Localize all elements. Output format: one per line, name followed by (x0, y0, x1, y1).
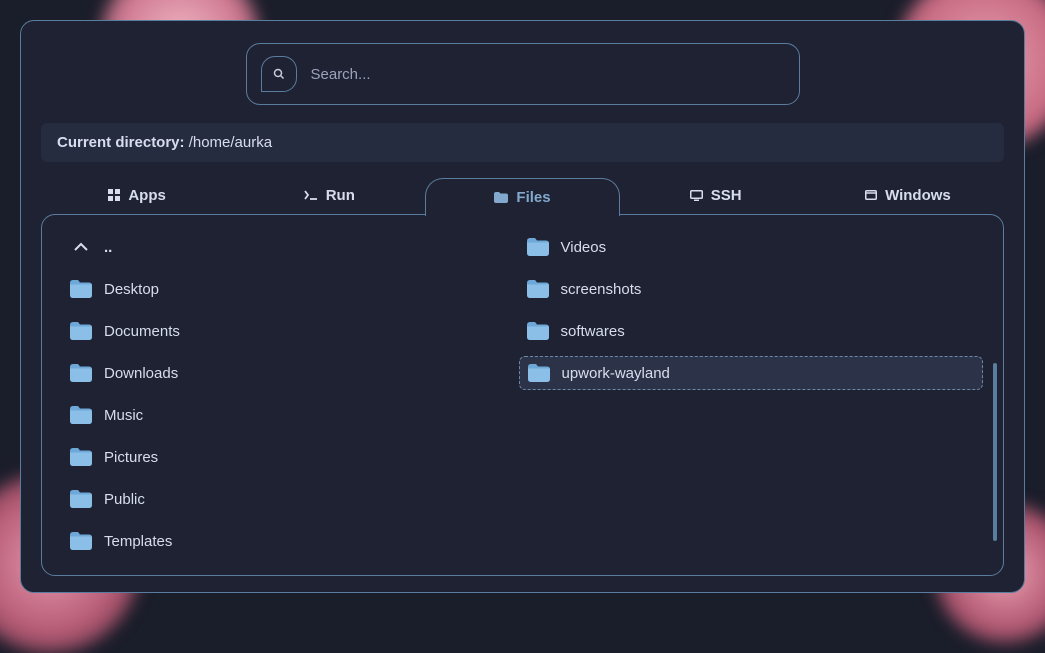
chevron-up-icon (70, 238, 92, 256)
search-box[interactable] (246, 43, 800, 105)
parent-directory-label: .. (104, 239, 112, 256)
file-row[interactable]: Downloads (66, 359, 523, 387)
file-name: screenshots (561, 281, 642, 298)
file-row[interactable]: Documents (66, 317, 523, 345)
file-row[interactable]: Videos (523, 233, 980, 261)
file-name: Desktop (104, 281, 159, 298)
search-row (41, 43, 1004, 105)
tabs-row: Apps Run Files SSH Windows (41, 176, 1004, 214)
file-row[interactable]: Music (66, 401, 523, 429)
tab-label: Apps (128, 187, 166, 204)
launcher-panel: Current directory: /home/aurka Apps Run … (20, 20, 1025, 593)
file-name: Templates (104, 533, 172, 550)
file-name: Public (104, 491, 145, 508)
tab-files[interactable]: Files (425, 178, 619, 216)
file-row[interactable]: Desktop (66, 275, 523, 303)
folder-icon (70, 364, 92, 382)
scrollbar[interactable] (993, 233, 997, 557)
apps-icon (108, 189, 120, 201)
tab-label: SSH (711, 187, 742, 204)
file-name: Downloads (104, 365, 178, 382)
parent-directory-row[interactable]: .. (66, 233, 523, 261)
file-name: softwares (561, 323, 625, 340)
file-column-left: .. Desktop Documents Downloads (66, 233, 523, 557)
file-row[interactable]: Templates (66, 527, 523, 555)
folder-icon (527, 322, 549, 340)
file-row[interactable]: softwares (523, 317, 980, 345)
tab-windows[interactable]: Windows (812, 176, 1004, 214)
tab-apps[interactable]: Apps (41, 176, 233, 214)
file-name: Videos (561, 239, 607, 256)
search-icon-wrap (261, 56, 297, 92)
folder-icon (527, 238, 549, 256)
folder-icon (70, 406, 92, 424)
folder-icon (70, 490, 92, 508)
current-directory-path: /home/aurka (189, 134, 272, 151)
tab-ssh[interactable]: SSH (620, 176, 812, 214)
search-icon (273, 68, 285, 80)
file-column-right: Videos screenshots softwares upwork-wayl… (523, 233, 980, 557)
monitor-icon (690, 190, 703, 201)
file-name: Documents (104, 323, 180, 340)
tab-label: Windows (885, 187, 951, 204)
file-row[interactable]: screenshots (523, 275, 980, 303)
window-icon (865, 190, 877, 200)
folder-icon (527, 280, 549, 298)
file-name: Music (104, 407, 143, 424)
current-directory-label: Current directory: (57, 134, 189, 151)
terminal-icon (304, 190, 318, 200)
folder-icon (70, 448, 92, 466)
file-name: upwork-wayland (562, 365, 670, 382)
files-area: .. Desktop Documents Downloads (41, 214, 1004, 576)
folder-icon (70, 322, 92, 340)
tab-run[interactable]: Run (233, 176, 425, 214)
folder-icon (70, 280, 92, 298)
scrollbar-thumb[interactable] (993, 363, 997, 541)
file-row-highlighted[interactable]: upwork-wayland (519, 356, 984, 390)
file-row[interactable]: Public (66, 485, 523, 513)
file-row[interactable]: Pictures (66, 443, 523, 471)
search-input[interactable] (311, 66, 785, 83)
tab-label: Files (516, 189, 550, 206)
file-name: Pictures (104, 449, 158, 466)
current-directory-bar: Current directory: /home/aurka (41, 123, 1004, 162)
folder-small-icon (494, 192, 508, 203)
folder-icon (528, 364, 550, 382)
tab-label: Run (326, 187, 355, 204)
folder-icon (70, 532, 92, 550)
